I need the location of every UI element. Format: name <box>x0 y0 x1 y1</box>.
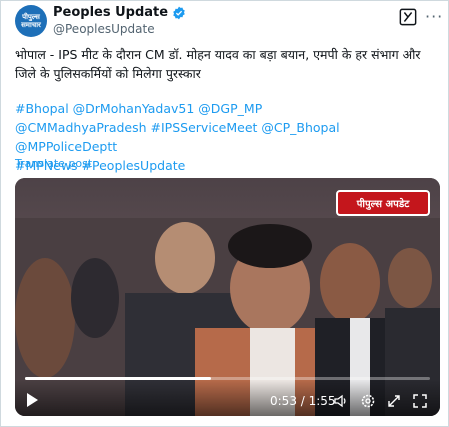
play-icon[interactable] <box>27 393 38 407</box>
hashtags-line-2[interactable]: @CMMadhyaPradesh #IPSServiceMeet @CP_Bho… <box>15 118 440 156</box>
volume-icon[interactable] <box>333 393 349 409</box>
author-handle[interactable]: @PeoplesUpdate <box>53 22 155 36</box>
video-time: 0:53 / 1:55 <box>270 394 336 408</box>
settings-icon[interactable] <box>360 393 376 409</box>
picture-in-picture-icon[interactable] <box>386 393 402 409</box>
channel-logo: पीपुल्स अपडेट <box>336 190 430 216</box>
fullscreen-icon[interactable] <box>412 393 428 409</box>
video-player[interactable]: पीपुल्स अपडेट 0:53 / 1:55 <box>15 178 440 416</box>
verified-badge-icon <box>173 6 185 19</box>
author-row: Peoples Update <box>53 5 186 20</box>
avatar-text: पीपुल्स समाचार <box>21 13 41 29</box>
video-controls <box>15 380 440 416</box>
video-progress-fill <box>25 377 212 380</box>
tweet-card: पीपुल्स समाचार Peoples Update @PeoplesUp… <box>0 0 449 427</box>
video-progress-bar[interactable] <box>25 377 430 380</box>
hashtags-line-1[interactable]: #Bhopal @DrMohanYadav51 @DGP_MP <box>15 99 440 118</box>
translate-post-link[interactable]: Translate post <box>15 157 92 170</box>
more-icon[interactable]: ··· <box>425 7 443 26</box>
post-text: भोपाल - IPS मीट के दौरान CM डॉ. मोहन याद… <box>15 47 421 81</box>
author-name[interactable]: Peoples Update <box>53 5 168 20</box>
avatar[interactable]: पीपुल्स समाचार <box>15 5 47 37</box>
grok-icon[interactable] <box>399 8 417 26</box>
